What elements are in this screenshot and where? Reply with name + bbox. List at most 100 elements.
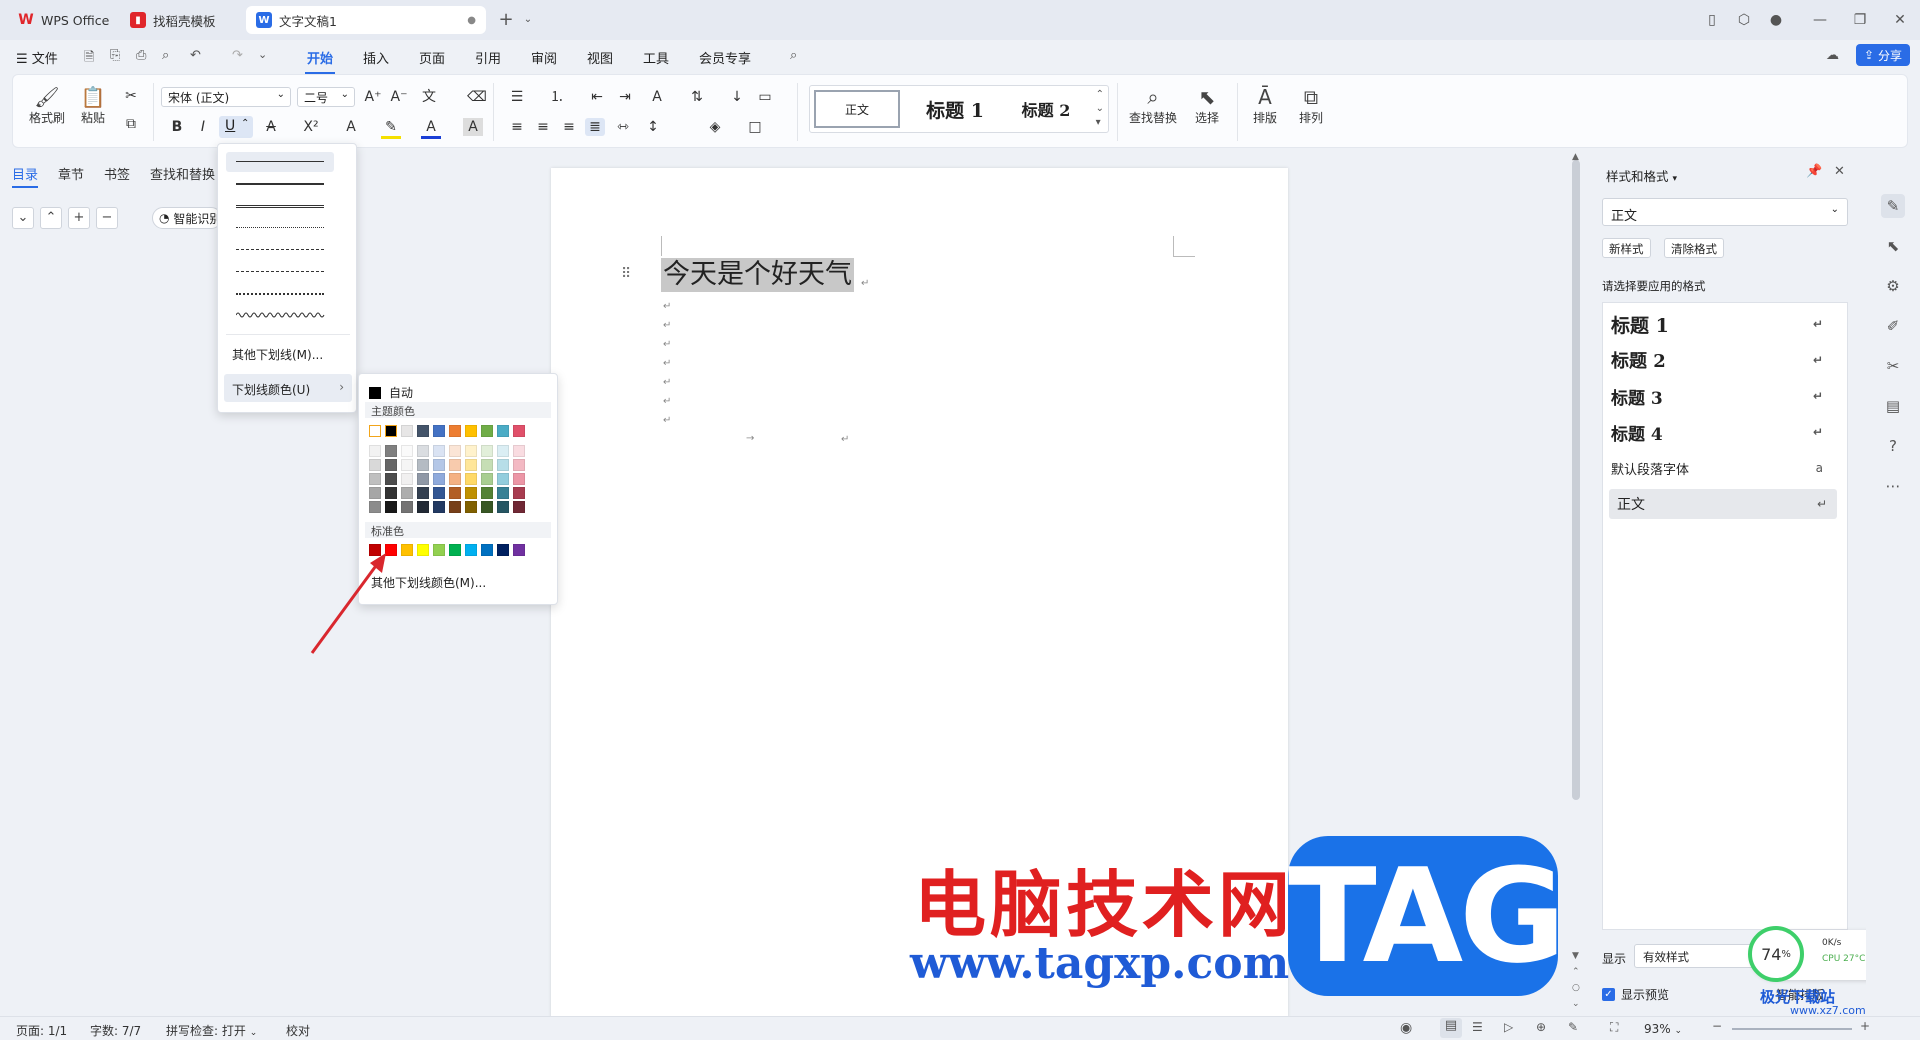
theme-color-shade-swatch[interactable]: [497, 473, 509, 485]
highlight-icon[interactable]: ✎: [381, 118, 401, 139]
show-preview-checkbox[interactable]: ✓ 显示预览: [1602, 986, 1669, 1003]
standard-color-swatch[interactable]: [513, 544, 525, 556]
menu-page[interactable]: 页面: [419, 48, 445, 67]
underline-dash-dot-dot[interactable]: [226, 284, 334, 304]
theme-color-swatch[interactable]: [513, 425, 525, 437]
ordering-icon[interactable]: ↓: [727, 88, 747, 106]
drag-handle-icon[interactable]: ⠿: [621, 266, 631, 282]
menu-insert[interactable]: 插入: [363, 48, 389, 67]
theme-color-shade-swatch[interactable]: [401, 473, 413, 485]
underline-color-item[interactable]: 下划线颜色(U) ›: [224, 374, 352, 402]
collapse-button[interactable]: ⌄: [12, 207, 34, 229]
page-count[interactable]: 页面: 1/1: [16, 1022, 67, 1039]
style-item-heading2[interactable]: 标题 2 ↵: [1603, 345, 1833, 375]
zoom-slider[interactable]: [1732, 1028, 1852, 1030]
border-icon[interactable]: □: [745, 118, 765, 136]
theme-color-shade-swatch[interactable]: [513, 459, 525, 471]
current-style-select[interactable]: 正文 ⌄: [1602, 198, 1848, 226]
more-icon[interactable]: ⋯: [1881, 474, 1905, 498]
clear-format-icon[interactable]: ⌫: [467, 88, 487, 106]
scroll-up-icon[interactable]: ▲: [1572, 152, 1579, 162]
search-icon[interactable]: ⌕: [790, 48, 797, 63]
link-icon[interactable]: ⎘: [110, 48, 120, 63]
play-icon[interactable]: ▷: [1504, 1020, 1513, 1034]
underline-double[interactable]: [226, 196, 334, 216]
bold-button[interactable]: B: [167, 118, 187, 136]
format-painter-button[interactable]: 🖌 格式刷: [27, 85, 67, 126]
underline-thick[interactable]: [226, 174, 334, 194]
undo-icon[interactable]: ↶: [190, 48, 201, 63]
font-name-select[interactable]: 宋体 (正文) ⌄: [161, 87, 291, 107]
underline-dash-dot[interactable]: [226, 262, 334, 282]
theme-color-shade-swatch[interactable]: [449, 473, 461, 485]
menu-tools[interactable]: 工具: [643, 48, 669, 67]
justify-icon[interactable]: ≣: [585, 118, 605, 136]
paste-button[interactable]: 📋 粘贴: [75, 85, 111, 126]
theme-color-shade-swatch[interactable]: [497, 459, 509, 471]
theme-color-shade-swatch[interactable]: [465, 501, 477, 513]
table-icon[interactable]: ▭: [755, 88, 775, 106]
new-style-button[interactable]: 新样式: [1602, 238, 1651, 258]
tab-template[interactable]: ▮ 找稻壳模板: [120, 6, 226, 34]
standard-color-swatch[interactable]: [449, 544, 461, 556]
theme-color-shade-swatch[interactable]: [401, 501, 413, 513]
numbered-list-icon[interactable]: ⒈: [547, 88, 567, 106]
layout-icon[interactable]: ▯: [1704, 12, 1720, 28]
phonetic-icon[interactable]: 文: [419, 88, 439, 106]
close-icon[interactable]: ✕: [1892, 12, 1908, 28]
theme-color-shade-swatch[interactable]: [369, 487, 381, 499]
adjust-icon[interactable]: ⚙: [1881, 274, 1905, 298]
book-icon[interactable]: ▤: [1881, 394, 1905, 418]
auto-color-item[interactable]: 自动: [369, 384, 413, 401]
avatar[interactable]: ●: [1768, 12, 1784, 28]
distributed-icon[interactable]: ⇿: [613, 118, 633, 136]
underline-dotted[interactable]: [226, 218, 334, 238]
add-level-button[interactable]: +: [68, 207, 90, 229]
theme-color-shade-swatch[interactable]: [465, 473, 477, 485]
style-normal[interactable]: 正文: [814, 90, 900, 128]
standard-color-swatch[interactable]: [465, 544, 477, 556]
theme-color-swatch[interactable]: [433, 425, 445, 437]
pin-icon[interactable]: 📌: [1806, 164, 1822, 179]
shrink-font-icon[interactable]: A⁻: [389, 88, 409, 106]
decrease-indent-icon[interactable]: ⇤: [587, 88, 607, 106]
theme-color-shade-swatch[interactable]: [513, 487, 525, 499]
copy-icon[interactable]: ⧉: [121, 115, 141, 133]
save-icon[interactable]: 🗎: [84, 48, 94, 70]
tools-icon[interactable]: ✂: [1881, 354, 1905, 378]
theme-color-shade-swatch[interactable]: [385, 473, 397, 485]
tab-chapters[interactable]: 章节: [58, 164, 84, 183]
theme-color-shade-swatch[interactable]: [401, 445, 413, 457]
style-item-normal[interactable]: 正文 ↵: [1609, 489, 1837, 519]
theme-color-shade-swatch[interactable]: [417, 445, 429, 457]
word-count[interactable]: 字数: 7/7: [90, 1022, 141, 1039]
bullet-list-icon[interactable]: ☰: [507, 88, 527, 106]
share-button[interactable]: ⇪ 分享: [1856, 44, 1910, 66]
theme-color-shade-swatch[interactable]: [417, 459, 429, 471]
theme-color-shade-swatch[interactable]: [481, 487, 493, 499]
print-icon[interactable]: ⎙: [136, 48, 146, 63]
help-icon[interactable]: ?: [1881, 434, 1905, 458]
theme-color-swatch[interactable]: [481, 425, 493, 437]
minimize-icon[interactable]: —: [1812, 12, 1828, 28]
smart-recognize-button[interactable]: ◔ 智能识别: [152, 207, 222, 229]
theme-color-shade-swatch[interactable]: [369, 459, 381, 471]
theme-color-shade-swatch[interactable]: [497, 501, 509, 513]
theme-color-shade-swatch[interactable]: [481, 473, 493, 485]
sort-icon[interactable]: ⇅: [687, 88, 707, 106]
theme-color-shade-swatch[interactable]: [417, 473, 429, 485]
standard-color-swatch[interactable]: [401, 544, 413, 556]
shading-icon[interactable]: ◈: [705, 118, 725, 136]
outline-view-icon[interactable]: ☰: [1472, 1020, 1483, 1034]
theme-color-shade-swatch[interactable]: [369, 501, 381, 513]
print-preview-icon[interactable]: ⌕: [162, 48, 169, 63]
theme-color-shade-swatch[interactable]: [433, 487, 445, 499]
theme-color-shade-swatch[interactable]: [385, 445, 397, 457]
superscript-icon[interactable]: X²: [301, 118, 321, 136]
find-replace-button[interactable]: ⌕ 查找替换: [1121, 85, 1185, 126]
align-center-icon[interactable]: ≡: [533, 118, 553, 136]
theme-color-swatch[interactable]: [497, 425, 509, 437]
more-underlines-item[interactable]: 其他下划线(M)...: [232, 346, 323, 363]
theme-color-shade-swatch[interactable]: [497, 487, 509, 499]
text-effect-icon[interactable]: A: [341, 118, 361, 136]
